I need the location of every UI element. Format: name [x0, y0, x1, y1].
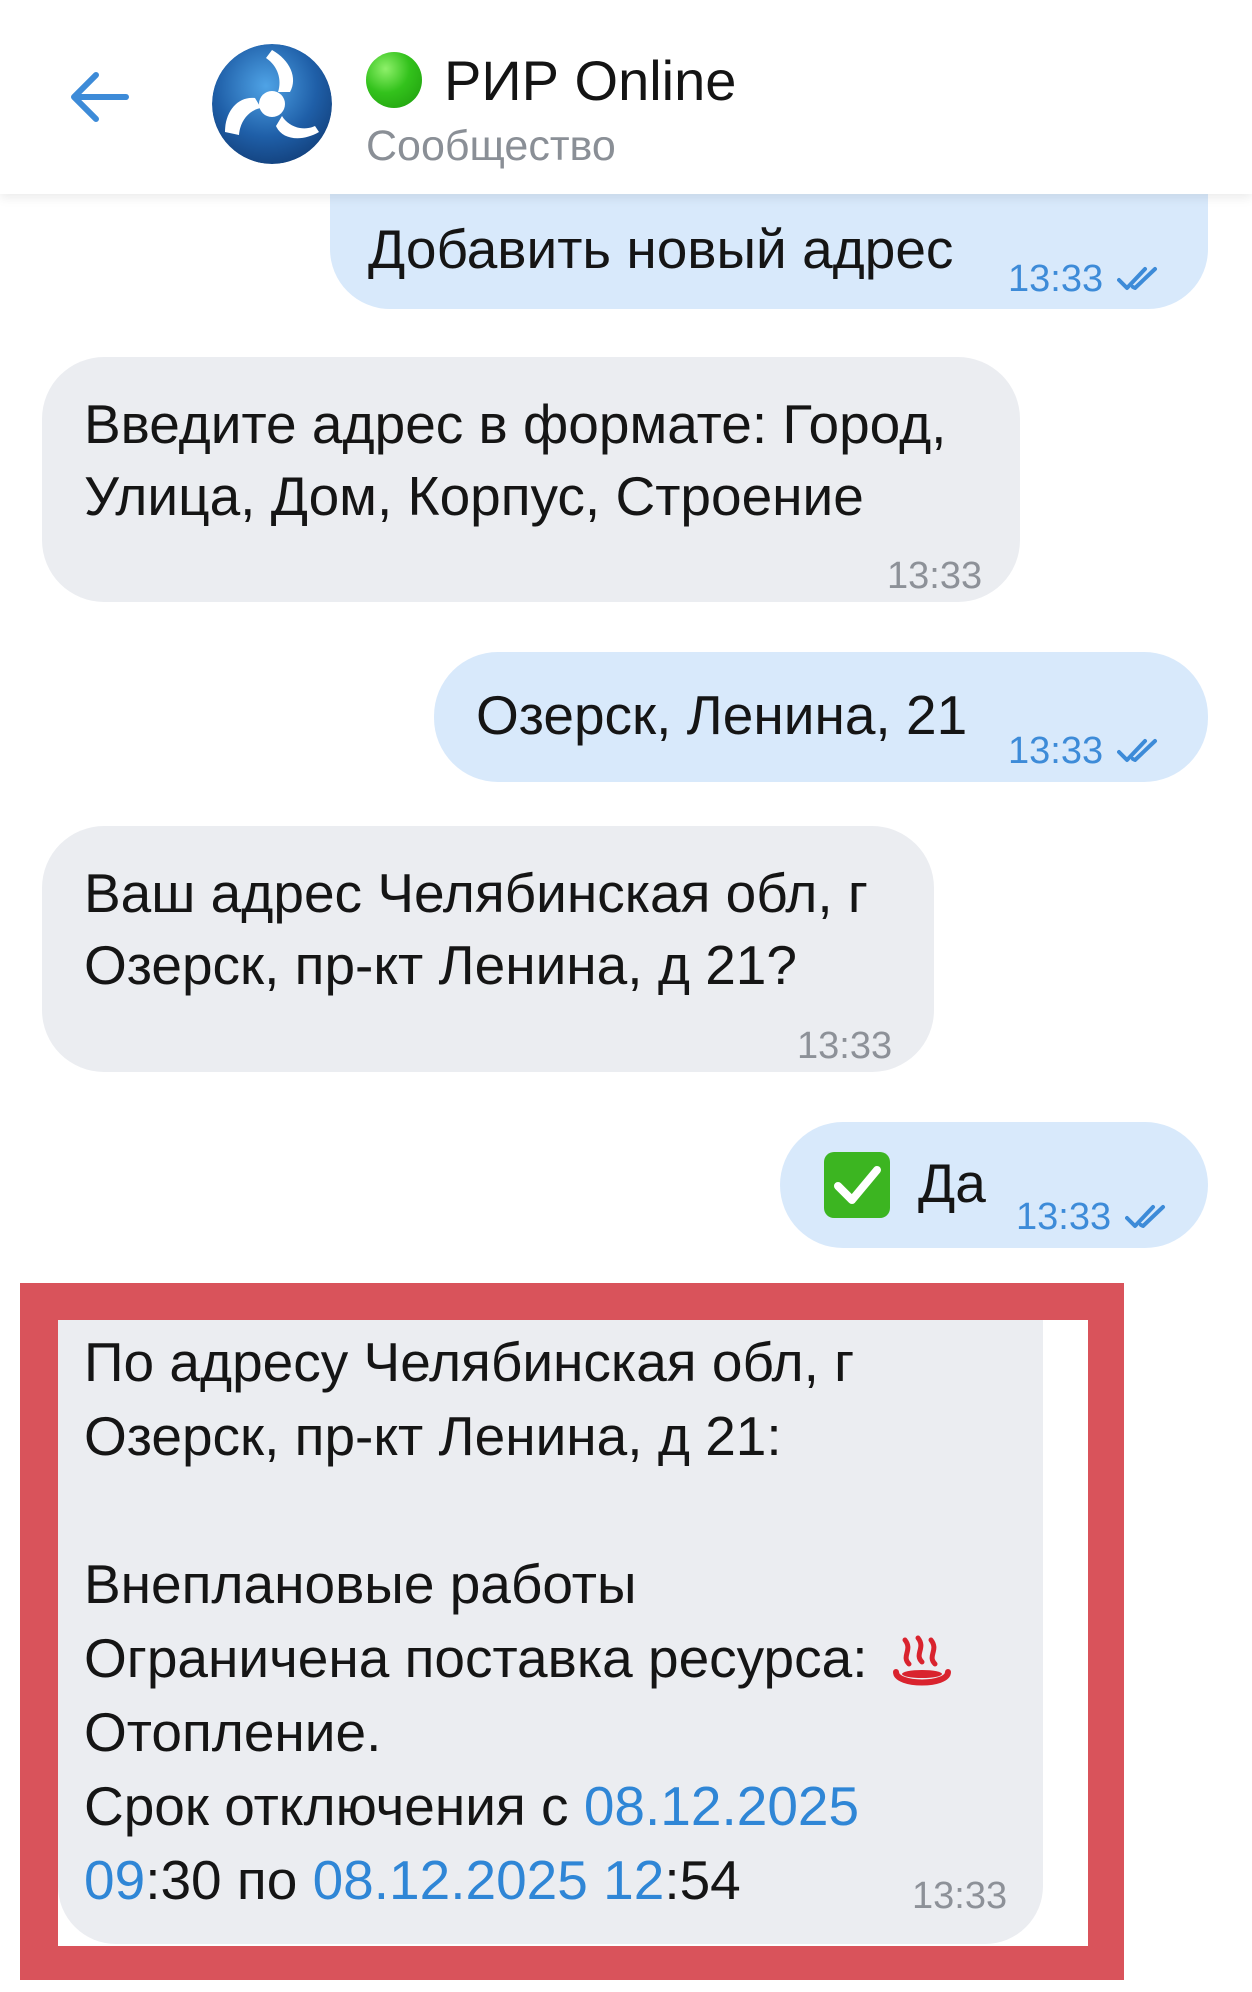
message-incoming[interactable]: Ваш адрес Челябинская обл, г Озерск, пр-…: [42, 826, 934, 1072]
message-outgoing[interactable]: Да 13:33: [780, 1122, 1208, 1248]
message-time: 13:33: [797, 1025, 893, 1067]
message-text-line: Отопление.: [84, 1701, 382, 1763]
chat-title: РИР Online: [444, 48, 737, 112]
date-link[interactable]: 08.12.2025: [584, 1775, 859, 1837]
arrow-left-icon: [71, 72, 129, 122]
date-link[interactable]: 08.12.2025 12: [313, 1849, 665, 1911]
chat-title-row[interactable]: РИР Online: [366, 48, 736, 112]
chat-header: РИР Online Сообщество: [0, 0, 1252, 194]
message-text-line: По адресу Челябинская обл, г: [84, 1331, 855, 1393]
message-text: Да: [918, 1152, 986, 1214]
message-text-line: 09:30 по 08.12.2025 12:54: [84, 1849, 741, 1911]
hot-springs-emoji-icon: [892, 1635, 951, 1686]
highlighted-message-text: По адресу Челябинская обл, г Озерск, пр-…: [84, 1325, 953, 1917]
message-text: Озерск, Ленина, 21: [476, 684, 968, 746]
back-button[interactable]: [58, 62, 138, 132]
online-status-icon: [366, 52, 422, 108]
message-text-line: Срок отключения с 08.12.2025: [84, 1775, 860, 1837]
message-incoming[interactable]: Введите адрес в формате: Город, Улица, Д…: [42, 357, 1020, 602]
message-text-line: Ограничена поставка ресурса:: [84, 1621, 953, 1695]
message-text-line: Внеплановые работы: [84, 1553, 637, 1615]
message-outgoing[interactable]: Озерск, Ленина, 21 13:33: [434, 652, 1208, 782]
message-text-line: Озерск, пр-кт Ленина, д 21?: [84, 934, 797, 996]
check-mark-emoji-icon: [824, 1152, 890, 1218]
time-link[interactable]: 09: [84, 1849, 145, 1911]
message-text-line: Введите адрес в формате: Город,: [84, 393, 947, 455]
message-time: 13:33: [887, 555, 983, 597]
avatar[interactable]: [212, 44, 332, 164]
chat-subtitle: Сообщество: [366, 122, 616, 170]
message-text-line: Озерск, пр-кт Ленина, д 21:: [84, 1405, 782, 1467]
rosatom-logo-icon: [212, 44, 332, 164]
message-time: 13:33: [912, 1875, 1008, 1917]
message-time: 13:33: [1016, 1180, 1171, 1254]
message-text-line: Ваш адрес Челябинская обл, г: [84, 862, 868, 924]
message-time: 13:33: [1008, 242, 1163, 316]
double-check-icon: [1117, 739, 1158, 762]
message-text-line: Улица, Дом, Корпус, Строение: [84, 465, 864, 527]
double-check-icon: [1117, 267, 1158, 290]
double-check-icon: [1125, 1205, 1166, 1228]
message-time: 13:33: [1008, 714, 1163, 788]
message-text: Добавить новый адрес: [368, 218, 954, 280]
message-outgoing[interactable]: Добавить новый адрес 13:33: [330, 190, 1208, 309]
